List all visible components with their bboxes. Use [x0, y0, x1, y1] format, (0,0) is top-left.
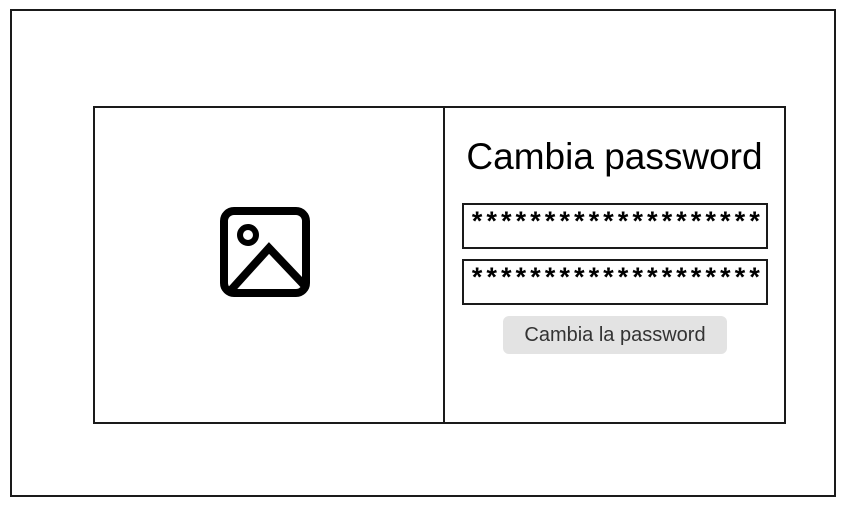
change-password-card: Cambia password ******************** ***…	[93, 106, 786, 424]
form-title: Cambia password	[466, 136, 763, 177]
image-icon	[220, 207, 310, 297]
image-placeholder-panel	[95, 108, 445, 422]
new-password-field[interactable]: ********************	[462, 203, 768, 249]
change-password-button[interactable]: Cambia la password	[503, 316, 727, 354]
change-password-form: Cambia password ******************** ***…	[445, 108, 784, 422]
page-frame: Cambia password ******************** ***…	[10, 9, 836, 497]
confirm-password-field[interactable]: ********************	[462, 259, 768, 305]
